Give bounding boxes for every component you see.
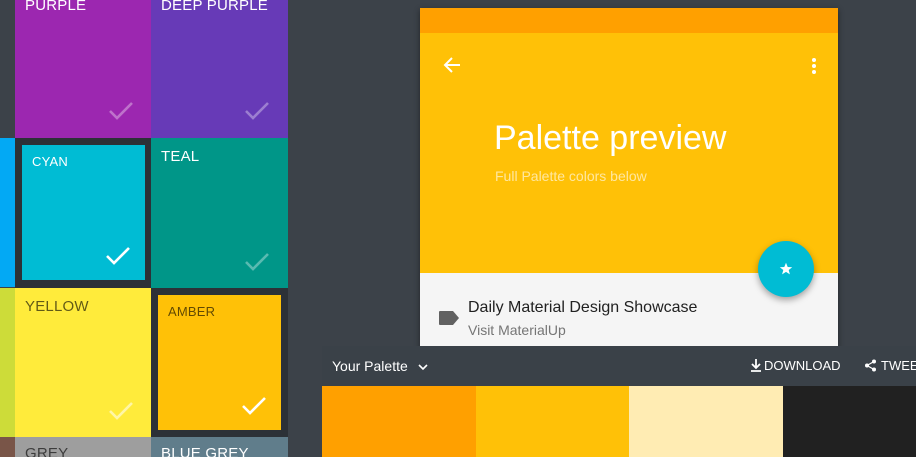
palette-bar: Your Palette DOWNLOAD TWEET (322, 346, 916, 457)
app-bar: Palette preview Full Palette colors belo… (420, 33, 838, 273)
tweet-label: TWEET (881, 358, 916, 373)
more-vert-icon[interactable] (810, 57, 818, 75)
color-strip-brown (0, 437, 15, 457)
list-item-title[interactable]: Daily Material Design Showcase (468, 299, 697, 317)
download-icon (751, 359, 761, 372)
palette-swatch-3[interactable] (629, 386, 783, 457)
palette-swatch-1[interactable] (322, 386, 476, 457)
tile-label: PURPLE (25, 0, 87, 14)
fab-button[interactable] (758, 241, 814, 297)
check-icon (244, 252, 270, 272)
share-icon (865, 359, 876, 372)
color-tile-grey[interactable]: GREY (15, 437, 151, 457)
tile-label: TEAL (161, 148, 200, 165)
status-bar (420, 8, 838, 33)
label-icon (438, 310, 460, 326)
check-icon (108, 101, 134, 121)
tile-label: GREY (25, 445, 69, 457)
check-icon (105, 246, 131, 266)
color-tile-amber[interactable]: AMBER (158, 295, 281, 430)
check-icon (108, 401, 134, 421)
palette-swatch-2[interactable] (476, 386, 629, 457)
check-icon (244, 101, 270, 121)
tile-label: YELLOW (25, 298, 89, 315)
palette-swatch-4[interactable] (783, 386, 916, 457)
color-strip-lime (0, 288, 15, 437)
tweet-button[interactable]: TWEET (864, 358, 916, 373)
preview-title: Palette preview (494, 119, 727, 157)
download-button[interactable]: DOWNLOAD (750, 358, 841, 373)
arrow-back-icon[interactable] (442, 55, 462, 75)
color-tile-purple[interactable]: PURPLE (15, 0, 151, 138)
color-tile-deep-purple[interactable]: DEEP PURPLE (151, 0, 288, 138)
check-icon (241, 396, 267, 416)
color-tile-yellow[interactable]: YELLOW (15, 288, 151, 437)
color-tile-cyan[interactable]: CYAN (22, 145, 145, 280)
color-tile-teal[interactable]: TEAL (151, 138, 288, 288)
tile-label: BLUE GREY (161, 445, 249, 457)
palette-dropdown[interactable]: Your Palette (332, 358, 428, 374)
star-icon (779, 262, 793, 275)
list-item-subtitle[interactable]: Visit MaterialUp (468, 322, 566, 338)
download-label: DOWNLOAD (764, 358, 841, 373)
tile-label: DEEP PURPLE (161, 0, 268, 14)
tile-label: CYAN (32, 154, 68, 169)
color-strip-light-blue (0, 138, 15, 287)
color-tile-blue-grey[interactable]: BLUE GREY (151, 437, 288, 457)
preview-subtitle: Full Palette colors below (495, 168, 647, 184)
palette-preview-card: Palette preview Full Palette colors belo… (420, 8, 838, 353)
palette-title: Your Palette (332, 358, 408, 374)
palette-bar-header: Your Palette DOWNLOAD TWEET (322, 346, 916, 386)
tile-label: AMBER (168, 304, 216, 319)
chevron-down-icon (418, 364, 428, 371)
